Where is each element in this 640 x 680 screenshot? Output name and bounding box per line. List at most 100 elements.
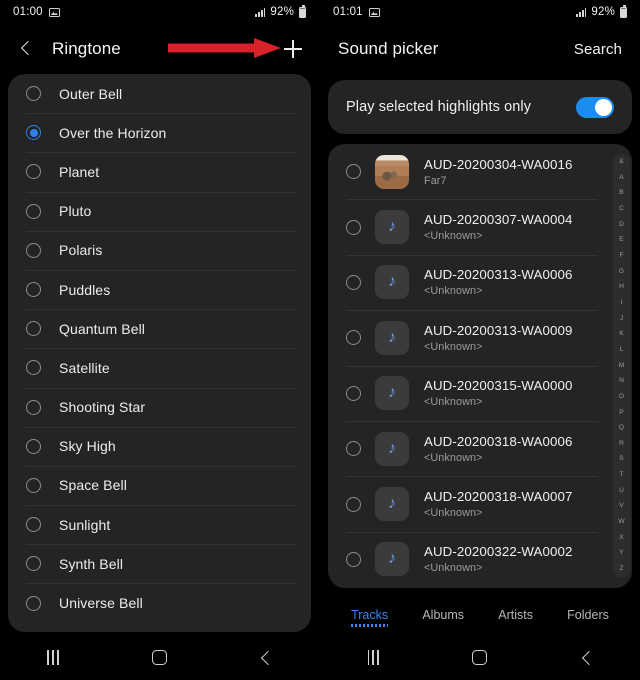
alpha-index-letter[interactable]: E: [619, 237, 623, 244]
music-note-icon: ♪: [375, 320, 409, 355]
radio-button[interactable]: [26, 282, 41, 298]
alpha-index-letter[interactable]: K: [619, 331, 623, 338]
alpha-index-letter[interactable]: N: [619, 378, 624, 385]
bottom-tab-bar: Tracks Albums Artists Folders: [320, 599, 640, 635]
alpha-index-letter[interactable]: Z: [619, 565, 623, 573]
radio-button[interactable]: [346, 385, 361, 401]
radio-button[interactable]: [26, 242, 41, 258]
alpha-index-letter[interactable]: D: [619, 221, 624, 229]
radio-button[interactable]: [346, 441, 361, 457]
alpha-index-letter[interactable]: F: [619, 252, 623, 260]
alpha-index-letter[interactable]: G: [619, 268, 624, 276]
radio-button[interactable]: [346, 330, 361, 346]
play-highlights-toggle[interactable]: [576, 96, 614, 118]
radio-button[interactable]: [346, 219, 361, 235]
radio-button[interactable]: [346, 551, 361, 567]
ringtone-row[interactable]: Outer Bell: [8, 74, 311, 113]
radio-button[interactable]: [26, 203, 41, 219]
alpha-index-letter[interactable]: S: [619, 456, 623, 463]
ringtone-row[interactable]: Sky High: [8, 426, 311, 466]
play-highlights-row[interactable]: Play selected highlights only: [328, 80, 632, 134]
plus-icon[interactable]: [281, 37, 305, 61]
tab-artists[interactable]: Artists: [498, 608, 533, 627]
radio-button[interactable]: [26, 556, 41, 572]
track-row[interactable]: ♪ AUD-20200322-WA0002 <Unknown>: [328, 531, 632, 587]
alpha-index-letter[interactable]: T: [619, 472, 623, 479]
alpha-index-letter[interactable]: R: [619, 440, 624, 448]
back-icon[interactable]: [244, 640, 288, 676]
ringtone-row[interactable]: Polaris: [8, 230, 311, 270]
search-button[interactable]: Search: [574, 41, 622, 58]
ringtone-label: Shooting Star: [59, 399, 146, 416]
radio-button[interactable]: [26, 477, 41, 493]
recents-icon[interactable]: [31, 640, 75, 676]
track-row[interactable]: ♪ AUD-20200313-WA0009 <Unknown>: [328, 310, 632, 365]
radio-button[interactable]: [346, 496, 361, 512]
alpha-index-letter[interactable]: X: [619, 534, 623, 542]
alpha-index-letter[interactable]: W: [618, 518, 624, 526]
track-row[interactable]: ♪ AUD-20200313-WA0006 <Unknown>: [328, 254, 632, 310]
toggle-knob: [595, 98, 612, 116]
track-row[interactable]: ♪ AUD-20200318-WA0006 <Unknown>: [328, 420, 632, 476]
back-icon[interactable]: [565, 640, 609, 676]
ringtone-row[interactable]: Universe Bell: [8, 583, 311, 622]
alphabet-index-scroller[interactable]: & A B C D E F G H I J K L M N O P Q R S T U V W X Y Z: [613, 154, 630, 578]
tab-albums[interactable]: Albums: [422, 608, 464, 627]
back-chevron-icon[interactable]: [16, 38, 38, 60]
status-bar: 01:01 92%: [320, 0, 640, 24]
ringtone-row[interactable]: Satellite: [8, 348, 311, 387]
gallery-icon: [48, 7, 60, 17]
ringtone-row[interactable]: Shooting Star: [8, 387, 311, 427]
radio-button[interactable]: [26, 86, 41, 102]
alpha-index-letter[interactable]: M: [619, 362, 625, 370]
track-row[interactable]: ♪ AUD-20200318-WA0007 <Unknown>: [328, 476, 632, 531]
ringtone-row[interactable]: Pluto: [8, 191, 311, 231]
track-row[interactable]: ♪ AUD-20200307-WA0004 <Unknown>: [328, 199, 632, 254]
track-row[interactable]: ♪ AUD-20200315-WA0000 <Unknown>: [328, 365, 632, 421]
alpha-index-letter[interactable]: V: [619, 503, 623, 510]
ringtone-row[interactable]: Quantum Bell: [8, 309, 311, 348]
alpha-index-letter[interactable]: C: [619, 205, 624, 213]
app-bar: Sound picker Search: [320, 24, 640, 74]
left-panel-ringtone-picker: 01:00 92% Ringtone Outer Bell Over the Ho…: [0, 0, 320, 680]
tab-folders[interactable]: Folders: [567, 608, 609, 627]
alpha-index-letter[interactable]: L: [620, 346, 624, 354]
radio-button[interactable]: [346, 274, 361, 290]
alpha-index-letter[interactable]: P: [619, 409, 623, 417]
alpha-index-letter[interactable]: B: [619, 190, 623, 197]
track-title: AUD-20200315-WA0000: [424, 378, 573, 394]
alpha-index-letter[interactable]: U: [619, 487, 624, 495]
play-highlights-label: Play selected highlights only: [346, 99, 532, 115]
home-icon[interactable]: [137, 640, 181, 676]
radio-button[interactable]: [26, 595, 41, 611]
ringtone-row[interactable]: Puddles: [8, 269, 311, 309]
alpha-index-letter[interactable]: Q: [619, 425, 624, 432]
ringtone-row[interactable]: Over the Horizon: [8, 113, 311, 152]
alpha-index-letter[interactable]: &: [619, 158, 623, 166]
radio-button[interactable]: [26, 438, 41, 454]
alpha-index-letter[interactable]: H: [619, 284, 624, 291]
ringtone-row[interactable]: Planet: [8, 152, 311, 191]
ringtone-row[interactable]: Space Bell: [8, 465, 311, 505]
ringtone-row[interactable]: Synth Bell: [8, 544, 311, 583]
alpha-index-letter[interactable]: A: [619, 174, 623, 182]
radio-button[interactable]: [26, 164, 41, 180]
track-row[interactable]: AUD-20200304-WA0016 Far7: [328, 144, 632, 199]
alpha-index-letter[interactable]: O: [619, 393, 624, 401]
radio-button[interactable]: [26, 399, 41, 415]
recents-icon[interactable]: [351, 640, 395, 676]
alpha-index-letter[interactable]: Y: [619, 550, 623, 557]
home-icon[interactable]: [458, 640, 502, 676]
ringtone-row[interactable]: Sunlight: [8, 505, 311, 544]
radio-button[interactable]: [346, 164, 361, 180]
music-note-icon: ♪: [375, 431, 409, 466]
alpha-index-letter[interactable]: I: [621, 299, 623, 307]
tab-tracks[interactable]: Tracks: [351, 608, 389, 627]
radio-button[interactable]: [26, 125, 41, 141]
radio-button[interactable]: [26, 321, 41, 337]
alpha-index-letter[interactable]: J: [620, 315, 623, 323]
track-artist: <Unknown>: [424, 340, 483, 353]
track-artist: <Unknown>: [424, 507, 483, 520]
radio-button[interactable]: [26, 517, 41, 533]
radio-button[interactable]: [26, 360, 41, 376]
